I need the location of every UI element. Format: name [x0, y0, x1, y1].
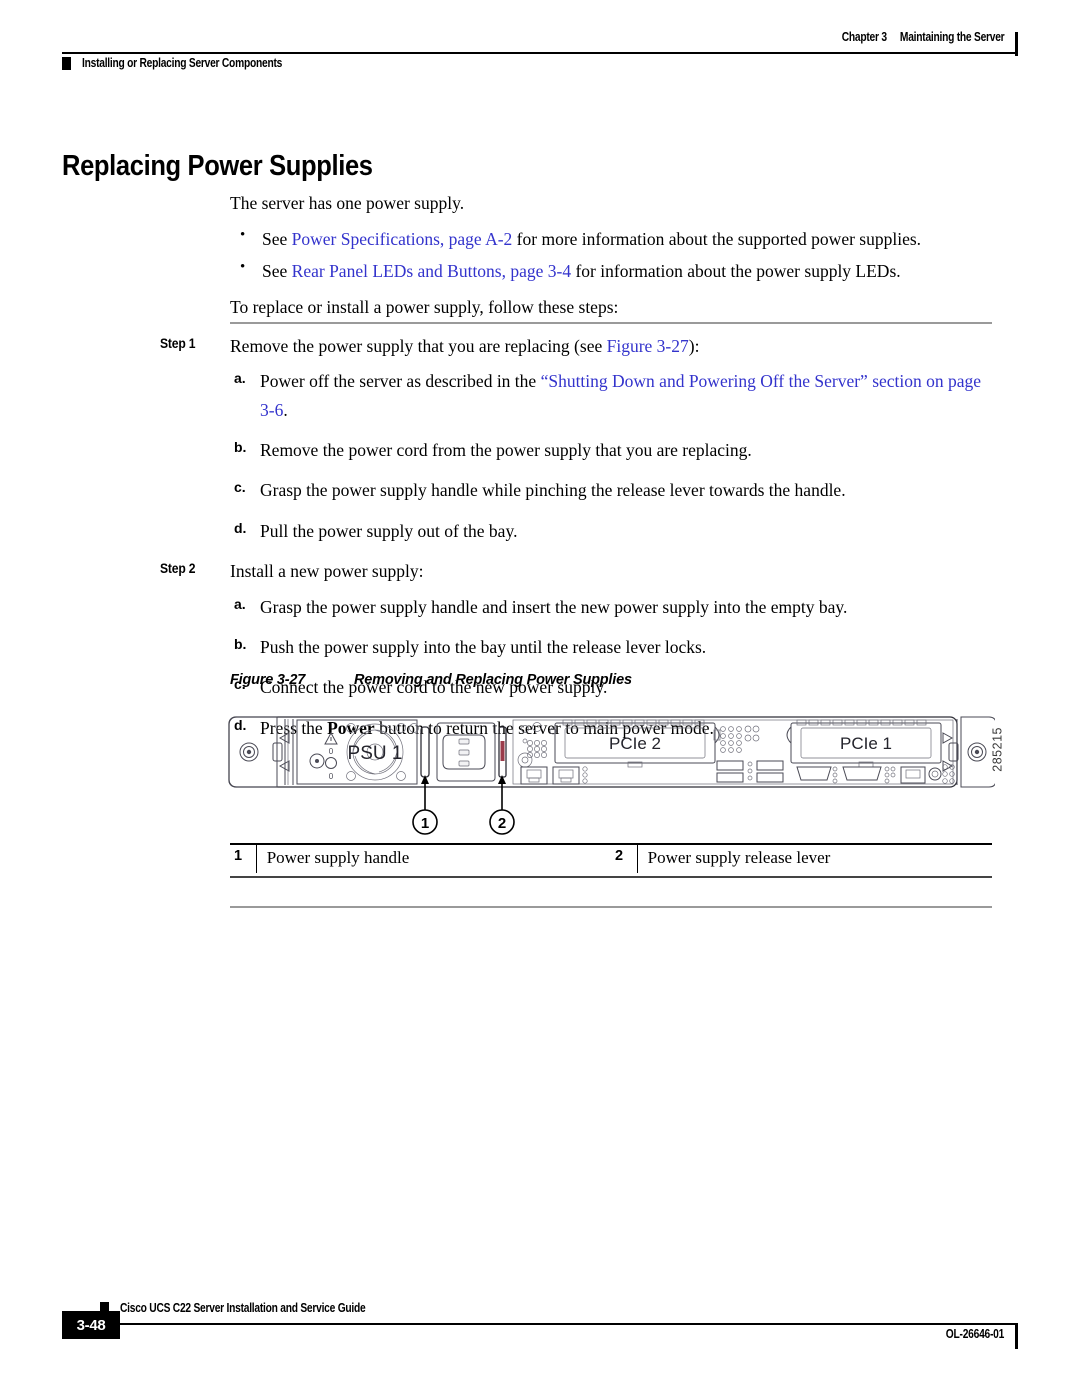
square-bullet-icon — [62, 56, 71, 70]
header-chapter-info: Chapter 3 Maintaining the Server — [841, 30, 1004, 44]
psu-label: PSU 1 — [348, 743, 403, 764]
link-figure-3-27[interactable]: Figure 3-27 — [607, 336, 689, 356]
bullet-text-pre: See — [262, 261, 292, 282]
substep-marker: a. — [234, 370, 246, 387]
pcie1-label: PCIe 1 — [840, 734, 892, 753]
substep-text: Grasp the power supply handle and insert… — [260, 596, 848, 617]
figure-image-id: 285215 — [991, 727, 1005, 772]
pcie2-label: PCIe 2 — [609, 734, 661, 753]
figure-caption: Figure 3-27 Removing and Replacing Power… — [230, 672, 632, 688]
legend-bottom-rule — [230, 876, 992, 878]
step-1-substeps: a. Power off the server as described in … — [230, 367, 995, 545]
list-item: d. Pull the power supply out of the bay. — [230, 517, 995, 545]
legend-text-2: Power supply release lever — [636, 845, 992, 873]
legend-number-2: 2 — [614, 848, 624, 864]
substep-text-pre: Power off the server as described in the — [260, 371, 541, 392]
step-1-label: Step 1 — [160, 336, 196, 351]
footer-end-bar — [1015, 1325, 1018, 1349]
header-chapter-number: Chapter 3 — [841, 30, 887, 44]
steps-top-rule — [230, 322, 992, 325]
list-item: See Rear Panel LEDs and Buttons, page 3-… — [230, 255, 992, 286]
intro-closing: To replace or install a power supply, fo… — [230, 297, 619, 318]
step-2-label: Step 2 — [160, 561, 196, 577]
substep-marker: b. — [234, 635, 247, 652]
step-1-text-pre: Remove the power supply that you are rep… — [230, 336, 607, 356]
bullet-text-post: for information about the power supply L… — [571, 261, 901, 282]
link-power-specifications[interactable]: Power Specifications, page A-2 — [292, 229, 513, 249]
section-end-rule — [230, 906, 992, 909]
server-rear-panel-diagram: .ln { fill:none; stroke:#4a4a55; stroke-… — [228, 716, 997, 835]
steps-block: Step 1 Remove the power supply that you … — [160, 332, 995, 754]
footer-guide-title: Cisco UCS C22 Server Installation and Se… — [120, 1301, 366, 1315]
page-header: Chapter 3 Maintaining the Server Installi… — [62, 30, 1018, 80]
step-1: Step 1 Remove the power supply that you … — [160, 332, 995, 361]
step-2-text: Install a new power supply: — [230, 561, 424, 582]
list-item: a. Grasp the power supply handle and ins… — [230, 593, 995, 621]
svg-text:2: 2 — [498, 815, 506, 832]
substep-marker: a. — [234, 595, 246, 612]
step-1-text-post: ): — [688, 336, 700, 356]
bullet-text-pre: See — [262, 229, 292, 250]
footer-rule — [62, 1323, 1018, 1325]
substep-marker: b. — [234, 439, 247, 456]
header-rule — [62, 52, 1018, 54]
intro-bullet-list: See Power Specifications, page A-2 for m… — [230, 223, 992, 286]
figure-number: Figure 3-27 — [230, 672, 306, 688]
list-item: b. Remove the power cord from the power … — [230, 436, 995, 464]
substep-marker: d. — [234, 519, 247, 536]
legend-number-1: 1 — [234, 848, 243, 864]
page-number: 3-48 — [62, 1311, 120, 1339]
header-section: Installing or Replacing Server Component… — [62, 56, 326, 70]
figure-server-rear-panel: .ln { fill:none; stroke:#4a4a55; stroke-… — [225, 705, 1005, 840]
callout-2: 2 — [489, 775, 515, 835]
list-item: a. Power off the server as described in … — [230, 367, 995, 424]
list-item: See Power Specifications, page A-2 for m… — [230, 223, 992, 254]
page-title: Replacing Power Supplies — [62, 150, 373, 183]
list-item: b. Push the power supply into the bay un… — [230, 633, 995, 661]
figure-legend-table: 1 Power supply handle 2 Power supply rel… — [230, 845, 992, 873]
substep-text: Pull the power supply out of the bay. — [260, 520, 518, 541]
footer-guide-line: Cisco UCS C22 Server Installation and Se… — [100, 1301, 419, 1315]
page-footer: Cisco UCS C22 Server Installation and Se… — [62, 1301, 1018, 1357]
list-item: c. Grasp the power supply handle while p… — [230, 476, 995, 504]
svg-text:0: 0 — [329, 772, 334, 781]
substep-text-post: . — [283, 399, 288, 420]
substep-text: Push the power supply into the bay until… — [260, 636, 707, 657]
substep-text: Remove the power cord from the power sup… — [260, 440, 752, 461]
table-row: 1 Power supply handle 2 Power supply rel… — [230, 845, 992, 873]
footer-document-id: OL-26646-01 — [945, 1327, 1005, 1341]
substep-text: Grasp the power supply handle while pinc… — [260, 480, 846, 501]
substep-marker: c. — [234, 479, 246, 496]
link-rear-panel-leds[interactable]: Rear Panel LEDs and Buttons, page 3-4 — [292, 261, 571, 281]
bullet-text-post: for more information about the supported… — [512, 229, 922, 250]
header-chapter-title: Maintaining the Server — [899, 30, 1004, 44]
step-2: Step 2 Install a new power supply: — [160, 557, 995, 586]
svg-text:0: 0 — [329, 747, 334, 756]
legend-text-1: Power supply handle — [255, 845, 611, 873]
header-section-title: Installing or Replacing Server Component… — [82, 56, 283, 70]
figure-title: Removing and Replacing Power Supplies — [354, 672, 632, 688]
intro-lead: The server has one power supply. — [230, 193, 465, 213]
step-1-text: Remove the power supply that you are rep… — [230, 332, 995, 361]
intro-block: The server has one power supply. See Pow… — [230, 188, 992, 328]
svg-text:1: 1 — [421, 815, 429, 832]
